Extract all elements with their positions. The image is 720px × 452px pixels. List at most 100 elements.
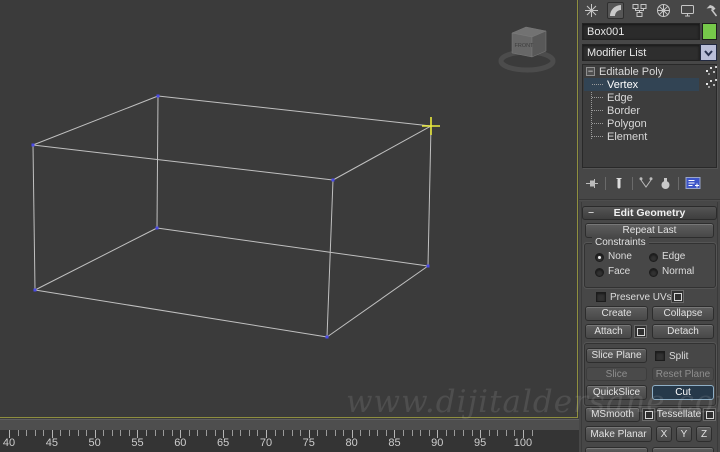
repeat-last-button[interactable]: Repeat Last	[585, 223, 714, 238]
toolbar-divider	[632, 176, 633, 190]
ruler-frame-number: 45	[45, 437, 58, 449]
msmooth-settings-button[interactable]	[642, 408, 655, 421]
stack-tree-branch	[592, 97, 603, 98]
perspective-viewport[interactable]: FRONT	[0, 0, 578, 418]
ruler-tick	[377, 430, 379, 436]
rollout-header-edit-geometry[interactable]: − Edit Geometry	[582, 206, 717, 220]
make-planar-button[interactable]: Make Planar	[585, 426, 652, 442]
tab-create[interactable]	[583, 2, 600, 19]
ruler-tick	[403, 430, 405, 436]
tessellate-settings-button[interactable]	[703, 408, 716, 421]
stack-expand-icon[interactable]: −	[586, 67, 595, 76]
ruler-frame-number: 85	[388, 437, 401, 449]
rollout-collapse-icon[interactable]: −	[588, 207, 594, 219]
timeline-ruler[interactable]: 40 45 50 55 60 65 70 75 80 85 90 95 100	[0, 430, 579, 452]
object-name-field[interactable]: Box001	[582, 23, 700, 40]
preserve-uvs-settings-button[interactable]	[671, 290, 684, 303]
ruler-tick	[214, 430, 216, 436]
msmooth-button[interactable]: MSmooth	[585, 407, 640, 422]
ruler-tick	[240, 430, 242, 436]
detach-button[interactable]: Detach	[652, 324, 714, 339]
tessellate-button[interactable]: Tessellate	[656, 407, 702, 422]
create-button[interactable]: Create	[585, 306, 648, 321]
ruler-tick	[171, 430, 173, 436]
tab-utilities[interactable]	[703, 2, 720, 19]
make-planar-y-button[interactable]: Y	[676, 426, 692, 442]
rollout-edge	[581, 202, 582, 452]
ruler-frame-number: 95	[474, 437, 487, 449]
viewcube[interactable]: FRONT	[492, 18, 564, 74]
ruler-tick	[128, 430, 130, 436]
constraint-normal-radio[interactable]	[649, 268, 658, 277]
collapse-button[interactable]: Collapse	[652, 306, 714, 321]
ruler-tick	[283, 430, 285, 436]
ruler-tick	[60, 430, 62, 436]
ruler-frame-number: 60	[174, 437, 187, 449]
quickslice-button[interactable]: QuickSlice	[586, 385, 647, 400]
subobject-dots-icon	[706, 70, 708, 72]
ruler-tick	[343, 430, 345, 436]
tab-hierarchy[interactable]	[631, 2, 648, 19]
stack-item-edge[interactable]: Edge	[583, 91, 716, 104]
ruler-tick	[411, 430, 413, 436]
toolbar-divider	[678, 176, 679, 190]
ruler-tick	[385, 430, 387, 436]
ruler-frame-number: 70	[259, 437, 273, 449]
ruler-tick	[43, 430, 45, 436]
tab-display[interactable]	[679, 2, 696, 19]
constraint-face-radio[interactable]	[595, 268, 604, 277]
make-unique-icon[interactable]	[639, 176, 653, 190]
make-planar-x-button[interactable]: X	[656, 426, 672, 442]
stack-item-polygon[interactable]: Polygon	[583, 117, 716, 130]
ruler-tick	[86, 430, 88, 436]
constraint-edge-radio[interactable]	[649, 253, 658, 262]
stack-item-border[interactable]: Border	[583, 104, 716, 117]
preserve-uvs-checkbox[interactable]	[596, 292, 606, 302]
attach-settings-button[interactable]	[634, 325, 647, 338]
ruler-tick	[497, 430, 499, 436]
object-color-swatch[interactable]	[702, 23, 717, 40]
slice-plane-button[interactable]: Slice Plane	[586, 348, 647, 363]
ruler-frame-number: 55	[131, 437, 144, 449]
tab-motion[interactable]	[655, 2, 672, 19]
attach-button[interactable]: Attach	[585, 324, 632, 339]
show-end-result-icon[interactable]	[612, 177, 626, 190]
modifier-stack-list[interactable]: − Editable Poly Vertex Edge Border Polygon Ele…	[582, 64, 717, 168]
ruler-tick	[77, 430, 79, 436]
ruler-frame-number: 40	[2, 437, 16, 449]
ruler-frame-number: 65	[217, 437, 230, 449]
ruler-tick	[257, 430, 259, 436]
split-checkbox[interactable]	[655, 351, 665, 361]
constraints-group: Constraints	[584, 237, 716, 288]
stack-item-editable-poly[interactable]: − Editable Poly	[583, 65, 716, 78]
ruler-tick	[34, 430, 36, 436]
cut-button[interactable]: Cut	[652, 385, 714, 400]
command-panel-tabs	[583, 1, 720, 20]
ruler-tick	[26, 430, 28, 436]
ruler-tick	[120, 430, 122, 436]
constraint-normal-label: Normal	[662, 266, 695, 277]
track-bar[interactable]	[0, 419, 579, 430]
ruler-tick	[68, 430, 70, 436]
remove-modifier-icon[interactable]	[659, 177, 672, 190]
ruler-tick	[206, 430, 208, 436]
preserve-uvs-label: Preserve UVs	[610, 292, 672, 303]
toolbar-divider	[605, 176, 606, 190]
constraint-none-radio[interactable]	[595, 253, 604, 262]
ruler-frame-number: 90	[431, 437, 444, 449]
clipped-button	[652, 447, 714, 452]
modifier-list-arrow-icon[interactable]	[700, 44, 717, 61]
ruler-tick	[317, 430, 319, 436]
command-panel: Box001 Modifier List − Editable Poly Verte…	[579, 0, 720, 452]
stack-item-vertex[interactable]: Vertex	[583, 78, 716, 91]
split-label: Split	[669, 351, 689, 362]
make-planar-z-button[interactable]: Z	[696, 426, 712, 442]
stack-tree-branch	[592, 84, 603, 85]
pin-stack-icon[interactable]	[585, 177, 599, 190]
stack-item-element[interactable]: Element	[583, 130, 716, 143]
configure-modifier-sets-icon[interactable]	[685, 176, 702, 190]
ruler-tick	[420, 430, 422, 436]
ruler-tick	[488, 430, 490, 436]
tab-modify[interactable]	[607, 2, 624, 19]
modifier-list-dropdown[interactable]: Modifier List	[582, 44, 700, 61]
